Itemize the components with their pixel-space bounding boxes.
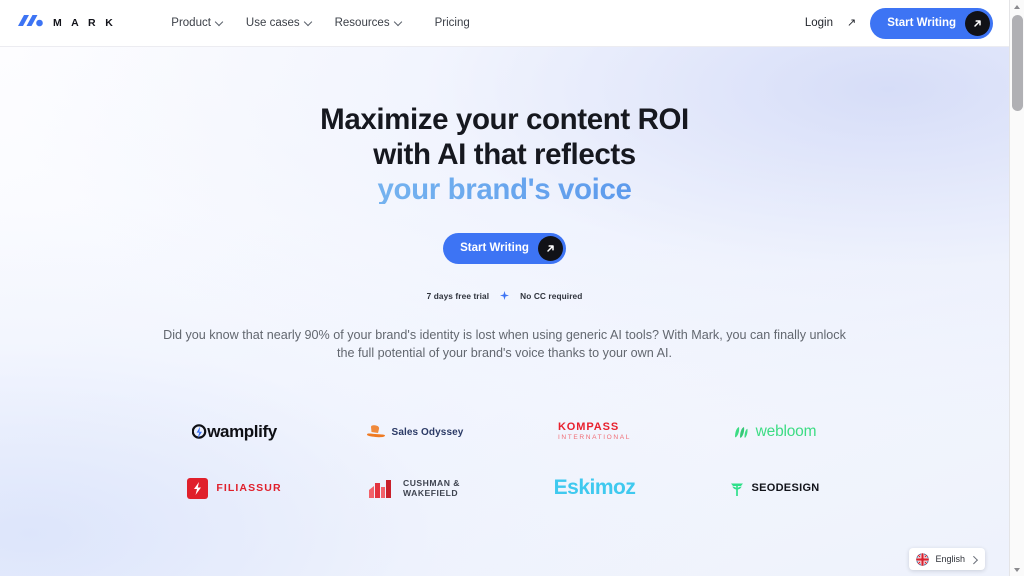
arrow-up-right-icon bbox=[965, 10, 990, 36]
hero-headline-line-1: Maximize your content ROI bbox=[320, 103, 689, 136]
cushman-sublabel: WAKEFIELD bbox=[402, 488, 459, 498]
hero-inner: Maximize your content ROI with AI that r… bbox=[0, 47, 1009, 363]
primary-nav-links: Product Use cases Resources Pricing bbox=[160, 11, 480, 35]
nav-item-pricing-label: Pricing bbox=[434, 17, 470, 29]
nav-actions: Login ↗ Start Writing bbox=[805, 7, 993, 39]
sparkle-icon bbox=[500, 290, 510, 302]
hero-start-writing-label: Start Writing bbox=[460, 242, 529, 254]
chevron-down-icon bbox=[216, 18, 224, 26]
nav-item-product-label: Product bbox=[171, 17, 211, 29]
mark-logo-icon bbox=[16, 13, 46, 33]
filiassur-bolt-icon bbox=[187, 477, 209, 499]
hero-subcopy: Did you know that nearly 90% of your bra… bbox=[163, 327, 846, 361]
sales-odyssey-hat-icon bbox=[366, 424, 386, 440]
hero-cta-wrapper: Start Writing bbox=[0, 232, 1009, 264]
login-link[interactable]: Login ↗ bbox=[805, 17, 856, 29]
trial-info-row: 7 days free trial No CC required bbox=[0, 290, 1009, 302]
client-logo-eskimoz: Eskimoz bbox=[505, 468, 685, 508]
client-logos-grid: wamplify Sales Odyssey KOMPASS INTERNATI… bbox=[145, 412, 865, 508]
client-logo-sales-odyssey: Sales Odyssey bbox=[325, 412, 505, 452]
nav-item-use-cases-label: Use cases bbox=[245, 17, 300, 29]
chevron-down-icon bbox=[305, 18, 313, 26]
webloom-label: webloom bbox=[755, 423, 817, 440]
seodesign-plant-icon bbox=[729, 480, 745, 497]
scroll-up-arrow-icon[interactable] bbox=[1010, 0, 1024, 13]
wamplify-bolt-icon bbox=[192, 423, 207, 441]
seodesign-label: SEODESIGN bbox=[751, 482, 820, 494]
eskimoz-label: Eskimoz bbox=[553, 476, 636, 499]
chevron-down-icon bbox=[395, 18, 403, 26]
arrow-up-right-icon: ↗ bbox=[846, 16, 857, 29]
client-logo-cushman-wakefield: CUSHMAN & WAKEFIELD bbox=[325, 468, 505, 508]
uk-flag-icon bbox=[916, 552, 930, 566]
language-label: English bbox=[935, 554, 965, 564]
hero-headline: Maximize your content ROI with AI that r… bbox=[0, 103, 1009, 204]
client-logo-wamplify: wamplify bbox=[145, 412, 325, 452]
scroll-down-arrow-icon[interactable] bbox=[1010, 563, 1024, 576]
kompass-label: KOMPASS bbox=[557, 421, 620, 434]
nav-start-writing-label: Start Writing bbox=[887, 17, 956, 29]
hero-headline-line-3: your brand's voice bbox=[0, 175, 1009, 204]
webloom-leaf-icon bbox=[733, 424, 749, 440]
trial-no-cc-text: No CC required bbox=[520, 291, 583, 301]
cushman-bars-icon bbox=[368, 478, 395, 498]
nav-item-resources[interactable]: Resources bbox=[324, 11, 414, 35]
browser-viewport: M A R K Product Use cases Resources Pric… bbox=[0, 0, 1024, 576]
trial-free-text: 7 days free trial bbox=[426, 291, 490, 301]
nav-item-use-cases[interactable]: Use cases bbox=[235, 11, 324, 35]
client-logo-webloom: webloom bbox=[685, 412, 865, 452]
wamplify-label: wamplify bbox=[207, 422, 277, 441]
client-logo-seodesign: SEODESIGN bbox=[685, 468, 865, 508]
client-logo-filiassur: FILIASSUR bbox=[145, 468, 325, 508]
filiassur-label: FILIASSUR bbox=[216, 482, 282, 494]
top-navigation-bar: M A R K Product Use cases Resources Pric… bbox=[0, 0, 1009, 47]
cushman-label: CUSHMAN & bbox=[402, 477, 460, 488]
login-label: Login bbox=[804, 17, 833, 29]
nav-start-writing-button[interactable]: Start Writing bbox=[870, 7, 993, 39]
brand-wordmark: M A R K bbox=[53, 17, 117, 29]
language-selector[interactable]: English bbox=[909, 548, 985, 570]
client-logo-kompass: KOMPASS INTERNATIONAL bbox=[505, 412, 685, 452]
kompass-sublabel: INTERNATIONAL bbox=[557, 434, 632, 442]
client-logos-section: wamplify Sales Odyssey KOMPASS INTERNATI… bbox=[0, 412, 1009, 508]
nav-item-product[interactable]: Product bbox=[160, 11, 235, 35]
hero-section: Maximize your content ROI with AI that r… bbox=[0, 47, 1009, 576]
hero-headline-line-2: with AI that reflects bbox=[373, 137, 636, 171]
chevron-right-icon bbox=[971, 556, 978, 563]
sales-odyssey-label: Sales Odyssey bbox=[391, 426, 464, 438]
nav-item-pricing[interactable]: Pricing bbox=[424, 11, 481, 35]
hero-start-writing-button[interactable]: Start Writing bbox=[443, 232, 566, 264]
arrow-up-right-icon bbox=[537, 235, 563, 261]
vertical-scrollbar[interactable] bbox=[1009, 0, 1024, 576]
brand-logo-link[interactable]: M A R K bbox=[16, 13, 116, 33]
scrollbar-thumb[interactable] bbox=[1012, 15, 1023, 111]
page-content: M A R K Product Use cases Resources Pric… bbox=[0, 0, 1009, 576]
nav-item-resources-label: Resources bbox=[334, 17, 390, 29]
